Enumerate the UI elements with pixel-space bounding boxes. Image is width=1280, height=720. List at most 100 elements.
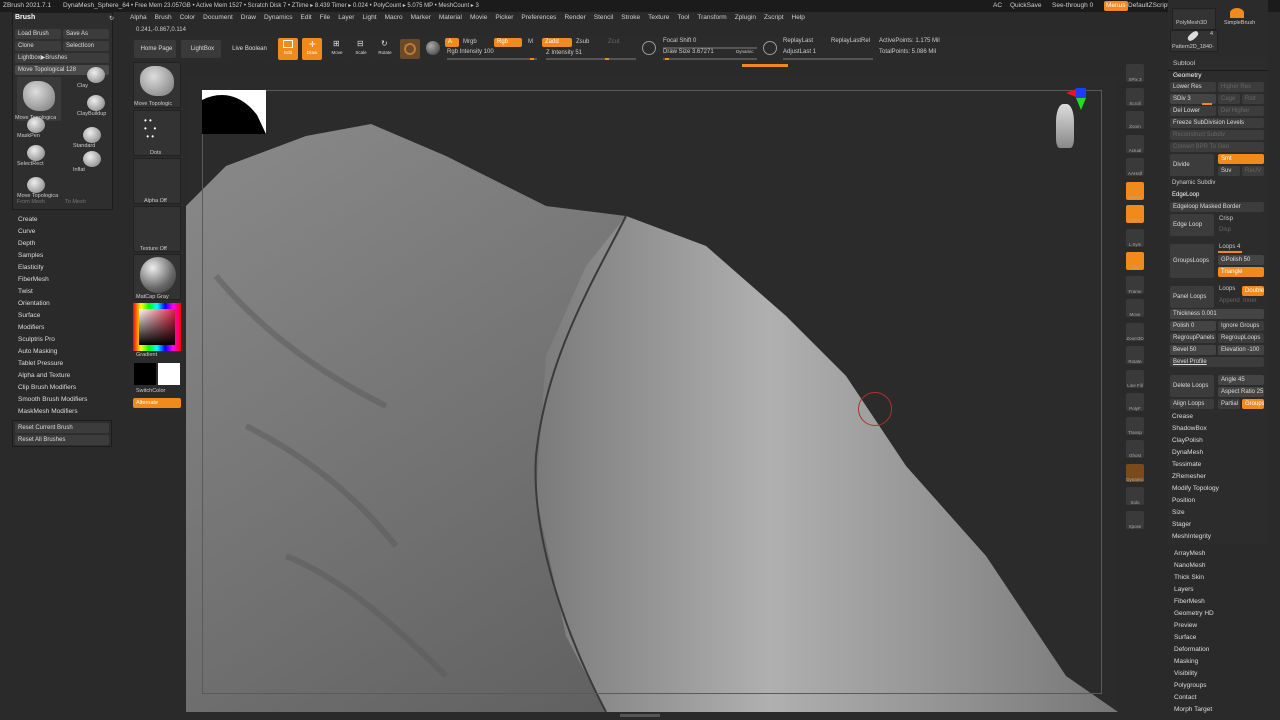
suv-toggle[interactable]: Suv: [1218, 166, 1240, 176]
zcut-toggle[interactable]: Zcut: [608, 39, 620, 45]
edgeloop-masked-border-button[interactable]: Edgeloop Masked Border: [1170, 202, 1264, 212]
color-sphere-icon[interactable]: [426, 41, 440, 55]
load-brush-button[interactable]: Load Brush: [15, 29, 61, 39]
partial-toggle[interactable]: Partial: [1218, 399, 1240, 409]
brush-menu-sculptris-pro[interactable]: Sculptris Pro: [14, 334, 112, 346]
divide-button[interactable]: Divide: [1170, 154, 1214, 176]
menus-button[interactable]: Menus: [1104, 1, 1128, 11]
higher-res-button[interactable]: Higher Res: [1218, 82, 1264, 92]
menu-stencil[interactable]: Stencil: [594, 12, 614, 24]
tool-item-visibility[interactable]: Visibility: [1170, 668, 1268, 680]
brush-menu-curve[interactable]: Curve: [14, 226, 112, 238]
del-higher-button[interactable]: Del Higher: [1218, 106, 1264, 116]
loops-slider[interactable]: Loops: [1219, 286, 1235, 292]
triangle-toggle[interactable]: Triangle: [1218, 267, 1264, 277]
double-toggle[interactable]: Double: [1242, 286, 1264, 296]
append-toggle[interactable]: Append: [1219, 298, 1240, 304]
home-page-button[interactable]: Home Page: [134, 40, 176, 58]
alternate-button[interactable]: Alternate: [133, 398, 181, 408]
focal-shift-slider[interactable]: Focal Shift 0: [663, 38, 696, 44]
replay-last-button[interactable]: ReplayLast: [783, 38, 813, 44]
replay-last-rel-button[interactable]: ReplayLastRel: [831, 38, 870, 44]
regroup-loops-toggle[interactable]: RegroupLoops: [1218, 333, 1264, 343]
brush-menu-fibermesh[interactable]: FiberMesh: [14, 274, 112, 286]
menu-texture[interactable]: Texture: [648, 12, 669, 24]
menu-zplugin[interactable]: Zplugin: [735, 12, 756, 24]
reset-current-brush-button[interactable]: Reset Current Brush: [15, 423, 109, 433]
cage-button[interactable]: Cage: [1218, 94, 1240, 104]
brush-menu-elasticity[interactable]: Elasticity: [14, 262, 112, 274]
tool-item-nanomesh[interactable]: NanoMesh: [1170, 560, 1268, 572]
brush-menu-maskmesh-modifiers[interactable]: MaskMesh Modifiers: [14, 406, 112, 418]
geometry-item-meshintegrity[interactable]: MeshIntegrity: [1168, 531, 1268, 543]
clone-button[interactable]: Clone: [15, 41, 61, 51]
draw-button[interactable]: ✛ Draw: [302, 38, 322, 60]
inflat-brush-icon[interactable]: [83, 151, 101, 167]
angle-slider[interactable]: Angle 45: [1218, 375, 1264, 385]
menu-render[interactable]: Render: [564, 12, 585, 24]
menu-document[interactable]: Document: [203, 12, 233, 24]
brush-menu-surface[interactable]: Surface: [14, 310, 112, 322]
color-picker[interactable]: [133, 303, 181, 351]
menu-stroke[interactable]: Stroke: [621, 12, 640, 24]
z-intensity-slider[interactable]: Z Intensity 51: [546, 50, 582, 56]
menu-brush[interactable]: Brush: [155, 12, 172, 24]
to-mesh-button[interactable]: To Mesh: [65, 199, 86, 205]
rgb-intensity-slider[interactable]: Rgb Intensity 100: [447, 49, 494, 55]
aspect-ratio-slider[interactable]: Aspect Ratio 25: [1218, 387, 1264, 397]
menu-layer[interactable]: Layer: [338, 12, 354, 24]
menu-draw[interactable]: Draw: [241, 12, 256, 24]
freeze-subdivision-button[interactable]: Freeze SubDivision Levels: [1170, 118, 1264, 128]
menu-light[interactable]: Light: [362, 12, 376, 24]
tool-item-thick-skin[interactable]: Thick Skin: [1170, 572, 1268, 584]
brush-menu-tablet-pressure[interactable]: Tablet Pressure: [14, 358, 112, 370]
viewport-canvas[interactable]: [186, 76, 1118, 712]
focal-target-icon[interactable]: [642, 41, 656, 55]
rgb-toggle[interactable]: Rgb: [494, 38, 522, 47]
polish-slider[interactable]: Polish 0: [1170, 321, 1216, 331]
select-icon-button[interactable]: SelectIcon: [63, 41, 109, 51]
tool-item-masking[interactable]: Masking: [1170, 656, 1268, 668]
brush-menu-auto-masking[interactable]: Auto Masking: [14, 346, 112, 358]
geometry-item-claypolish[interactable]: ClayPolish: [1168, 435, 1268, 447]
move-button[interactable]: ⊞ Move: [327, 38, 347, 60]
menu-edit[interactable]: Edit: [301, 12, 312, 24]
brush-menu-depth[interactable]: Depth: [14, 238, 112, 250]
tool-item-deformation[interactable]: Deformation: [1170, 644, 1268, 656]
save-as-button[interactable]: Save As: [63, 29, 109, 39]
geometry-item-tessimate[interactable]: Tessimate: [1168, 459, 1268, 471]
menu-tool[interactable]: Tool: [677, 12, 689, 24]
palette-pin-icon[interactable]: ↻: [109, 15, 114, 22]
menu-transform[interactable]: Transform: [697, 12, 726, 24]
brush-menu-samples[interactable]: Samples: [14, 250, 112, 262]
menu-color[interactable]: Color: [180, 12, 196, 24]
material-sphere-button[interactable]: [400, 39, 420, 59]
brush-menu-clip-brush-modifiers[interactable]: Clip Brush Modifiers: [14, 382, 112, 394]
rgb-intensity-thumb[interactable]: [530, 58, 534, 60]
brush-menu-alpha-and-texture[interactable]: Alpha and Texture: [14, 370, 112, 382]
geometry-item-dynamesh[interactable]: DynaMesh: [1168, 447, 1268, 459]
delete-loops-button[interactable]: Delete Loops: [1170, 375, 1214, 397]
edit-button[interactable]: Edit: [278, 38, 298, 60]
live-boolean-button[interactable]: Live Boolean: [227, 40, 269, 58]
see-through-slider[interactable]: See-through 0: [1052, 0, 1093, 12]
simplebrush-icon[interactable]: [1230, 8, 1244, 18]
menu-zscript[interactable]: Zscript: [764, 12, 784, 24]
draw-size-thumb[interactable]: [665, 58, 669, 60]
elevation-slider[interactable]: Elevation -100: [1218, 345, 1264, 355]
tool-item-surface[interactable]: Surface: [1170, 632, 1268, 644]
brush-menu-create[interactable]: Create: [14, 214, 112, 226]
clay-brush-icon[interactable]: [87, 67, 105, 83]
ac-button[interactable]: AC: [993, 0, 1002, 12]
thickness-slider[interactable]: Thickness 0.001: [1170, 309, 1264, 319]
bevel-profile-curve[interactable]: Bevel Profile: [1170, 357, 1264, 367]
a-toggle[interactable]: A: [445, 38, 459, 47]
m-toggle[interactable]: M: [528, 39, 533, 45]
subtool-header[interactable]: Subtool: [1173, 60, 1195, 67]
menu-movie[interactable]: Movie: [470, 12, 487, 24]
menu-marker[interactable]: Marker: [411, 12, 431, 24]
menu-file[interactable]: File: [320, 12, 330, 24]
panel-loops-button[interactable]: Panel Loops: [1170, 286, 1214, 308]
secondary-color-swatch[interactable]: [158, 363, 180, 385]
loops4-slider[interactable]: Loops 4: [1219, 244, 1240, 250]
